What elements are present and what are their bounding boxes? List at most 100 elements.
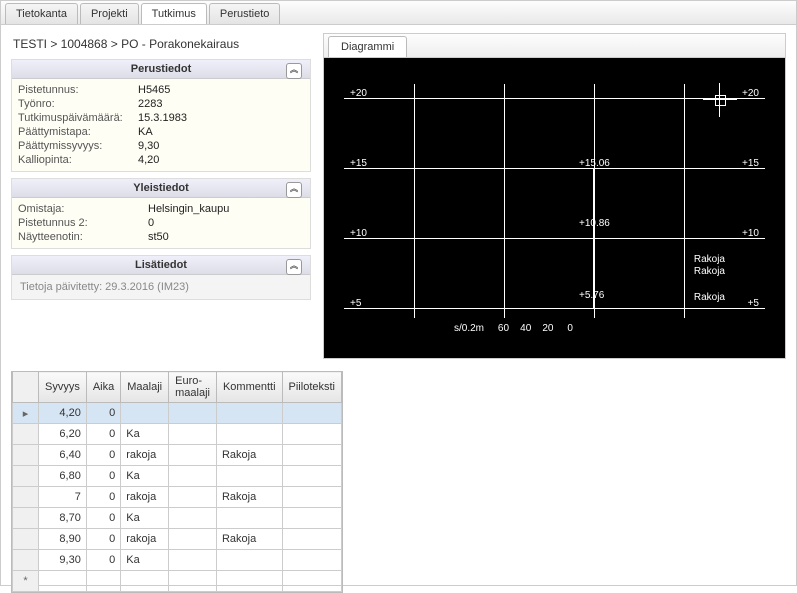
table-row[interactable]: 6,200Ka (13, 424, 342, 445)
annotation: Rakoja (694, 292, 725, 303)
column-header[interactable]: Kommentti (216, 372, 282, 403)
cell[interactable]: Ka (121, 424, 169, 445)
ytick-left: +10 (350, 228, 367, 239)
cell[interactable]: 6,80 (39, 466, 87, 487)
panel-perustiedot: Perustiedot ︽ Pistetunnus:H5465Työnro:22… (11, 59, 311, 172)
cell[interactable] (169, 529, 217, 550)
cell[interactable]: 6,40 (39, 445, 87, 466)
collapse-icon[interactable]: ︽ (286, 63, 302, 79)
table-row[interactable]: 6,400rakoja Rakoja (13, 445, 342, 466)
ytick-left: +5 (350, 298, 361, 309)
cell[interactable]: 4,20 (39, 403, 87, 424)
table-row[interactable]: 8,900rakoja Rakoja (13, 529, 342, 550)
cell[interactable] (216, 466, 282, 487)
cell[interactable] (169, 403, 217, 424)
data-grid[interactable]: SyvyysAikaMaalajiEuro-maalajiKommenttiPi… (11, 371, 343, 593)
cell[interactable] (216, 571, 282, 592)
tab-projekti[interactable]: Projekti (80, 3, 139, 24)
table-row[interactable]: 8,700Ka (13, 508, 342, 529)
cell[interactable] (216, 550, 282, 571)
cell[interactable] (282, 403, 341, 424)
cell[interactable] (282, 445, 341, 466)
field-label: Pistetunnus 2: (18, 217, 148, 229)
row-indicator (13, 550, 39, 571)
tab-diagrammi[interactable]: Diagrammi (328, 36, 407, 57)
cell[interactable] (169, 445, 217, 466)
cell[interactable]: rakoja (121, 529, 169, 550)
cell[interactable]: Ka (121, 466, 169, 487)
column-header[interactable]: Maalaji (121, 372, 169, 403)
cell[interactable] (282, 571, 341, 592)
cell[interactable]: Rakoja (216, 487, 282, 508)
cell[interactable] (216, 508, 282, 529)
cell[interactable]: Ka (121, 508, 169, 529)
cell[interactable] (169, 466, 217, 487)
tab-tietokanta[interactable]: Tietokanta (5, 3, 78, 24)
cell[interactable]: Rakoja (216, 445, 282, 466)
table-row[interactable]: 9,300Ka (13, 550, 342, 571)
cell[interactable] (282, 508, 341, 529)
new-row-indicator: * (13, 571, 39, 592)
cell[interactable] (86, 571, 120, 592)
cell[interactable]: rakoja (121, 487, 169, 508)
cell[interactable] (169, 550, 217, 571)
cell[interactable] (282, 529, 341, 550)
field-label: Tutkimuspäivämäärä: (18, 112, 138, 124)
column-header[interactable]: Euro-maalaji (169, 372, 217, 403)
cell[interactable]: Ka (121, 550, 169, 571)
cell[interactable] (121, 403, 169, 424)
x-axis-label: s/0.2m 60 40 20 0 (454, 323, 573, 334)
cell[interactable] (169, 571, 217, 592)
mid-label: +5.76 (579, 290, 604, 301)
cell[interactable] (282, 466, 341, 487)
cell[interactable] (216, 403, 282, 424)
field-row: Pistetunnus 2:0 (18, 216, 304, 230)
cell[interactable]: 9,30 (39, 550, 87, 571)
table-row[interactable]: 70rakoja Rakoja (13, 487, 342, 508)
cell[interactable]: 0 (86, 466, 120, 487)
cell[interactable]: 0 (86, 529, 120, 550)
column-header[interactable]: Syvyys (39, 372, 87, 403)
cell[interactable]: 8,70 (39, 508, 87, 529)
collapse-icon[interactable]: ︽ (286, 259, 302, 275)
cell[interactable] (169, 424, 217, 445)
column-header[interactable]: Piiloteksti (282, 372, 341, 403)
field-label: Pistetunnus: (18, 84, 138, 96)
field-value: 15.3.1983 (138, 112, 304, 124)
cell[interactable]: 7 (39, 487, 87, 508)
collapse-icon[interactable]: ︽ (286, 182, 302, 198)
cell[interactable] (169, 487, 217, 508)
column-header[interactable]: Aika (86, 372, 120, 403)
cell[interactable] (216, 424, 282, 445)
cell[interactable]: 0 (86, 424, 120, 445)
cell[interactable]: 6,20 (39, 424, 87, 445)
ytick-right: +10 (742, 228, 759, 239)
cell[interactable]: 0 (86, 487, 120, 508)
panel-title: Lisätiedot (135, 259, 187, 271)
new-row[interactable]: * (13, 571, 342, 592)
cell[interactable] (282, 487, 341, 508)
cell[interactable]: 0 (86, 445, 120, 466)
field-value: 2283 (138, 98, 304, 110)
cell[interactable]: Rakoja (216, 529, 282, 550)
cell[interactable]: 0 (86, 403, 120, 424)
cell[interactable] (169, 508, 217, 529)
diagram-container: Diagrammi +20 +15 +10 +5 +20 +15 +10 +5 … (323, 33, 786, 359)
cell[interactable] (282, 550, 341, 571)
cell[interactable] (39, 571, 87, 592)
cell[interactable]: 0 (86, 508, 120, 529)
borehole-line (593, 168, 595, 308)
table-row[interactable]: ▸4,200 (13, 403, 342, 424)
field-label: Päättymissyvyys: (18, 140, 138, 152)
annotation: Rakoja (694, 254, 725, 265)
cell[interactable] (282, 424, 341, 445)
cell[interactable]: rakoja (121, 445, 169, 466)
table-row[interactable]: 6,800Ka (13, 466, 342, 487)
tab-perustieto[interactable]: Perustieto (209, 3, 281, 24)
tab-tutkimus[interactable]: Tutkimus (141, 3, 207, 24)
cell[interactable]: 8,90 (39, 529, 87, 550)
cell[interactable] (121, 571, 169, 592)
diagram-canvas[interactable]: +20 +15 +10 +5 +20 +15 +10 +5 +15.06 +10… (324, 58, 785, 358)
panel-yleistiedot: Yleistiedot ︽ Omistaja:Helsingin_kaupuPi… (11, 178, 311, 249)
cell[interactable]: 0 (86, 550, 120, 571)
